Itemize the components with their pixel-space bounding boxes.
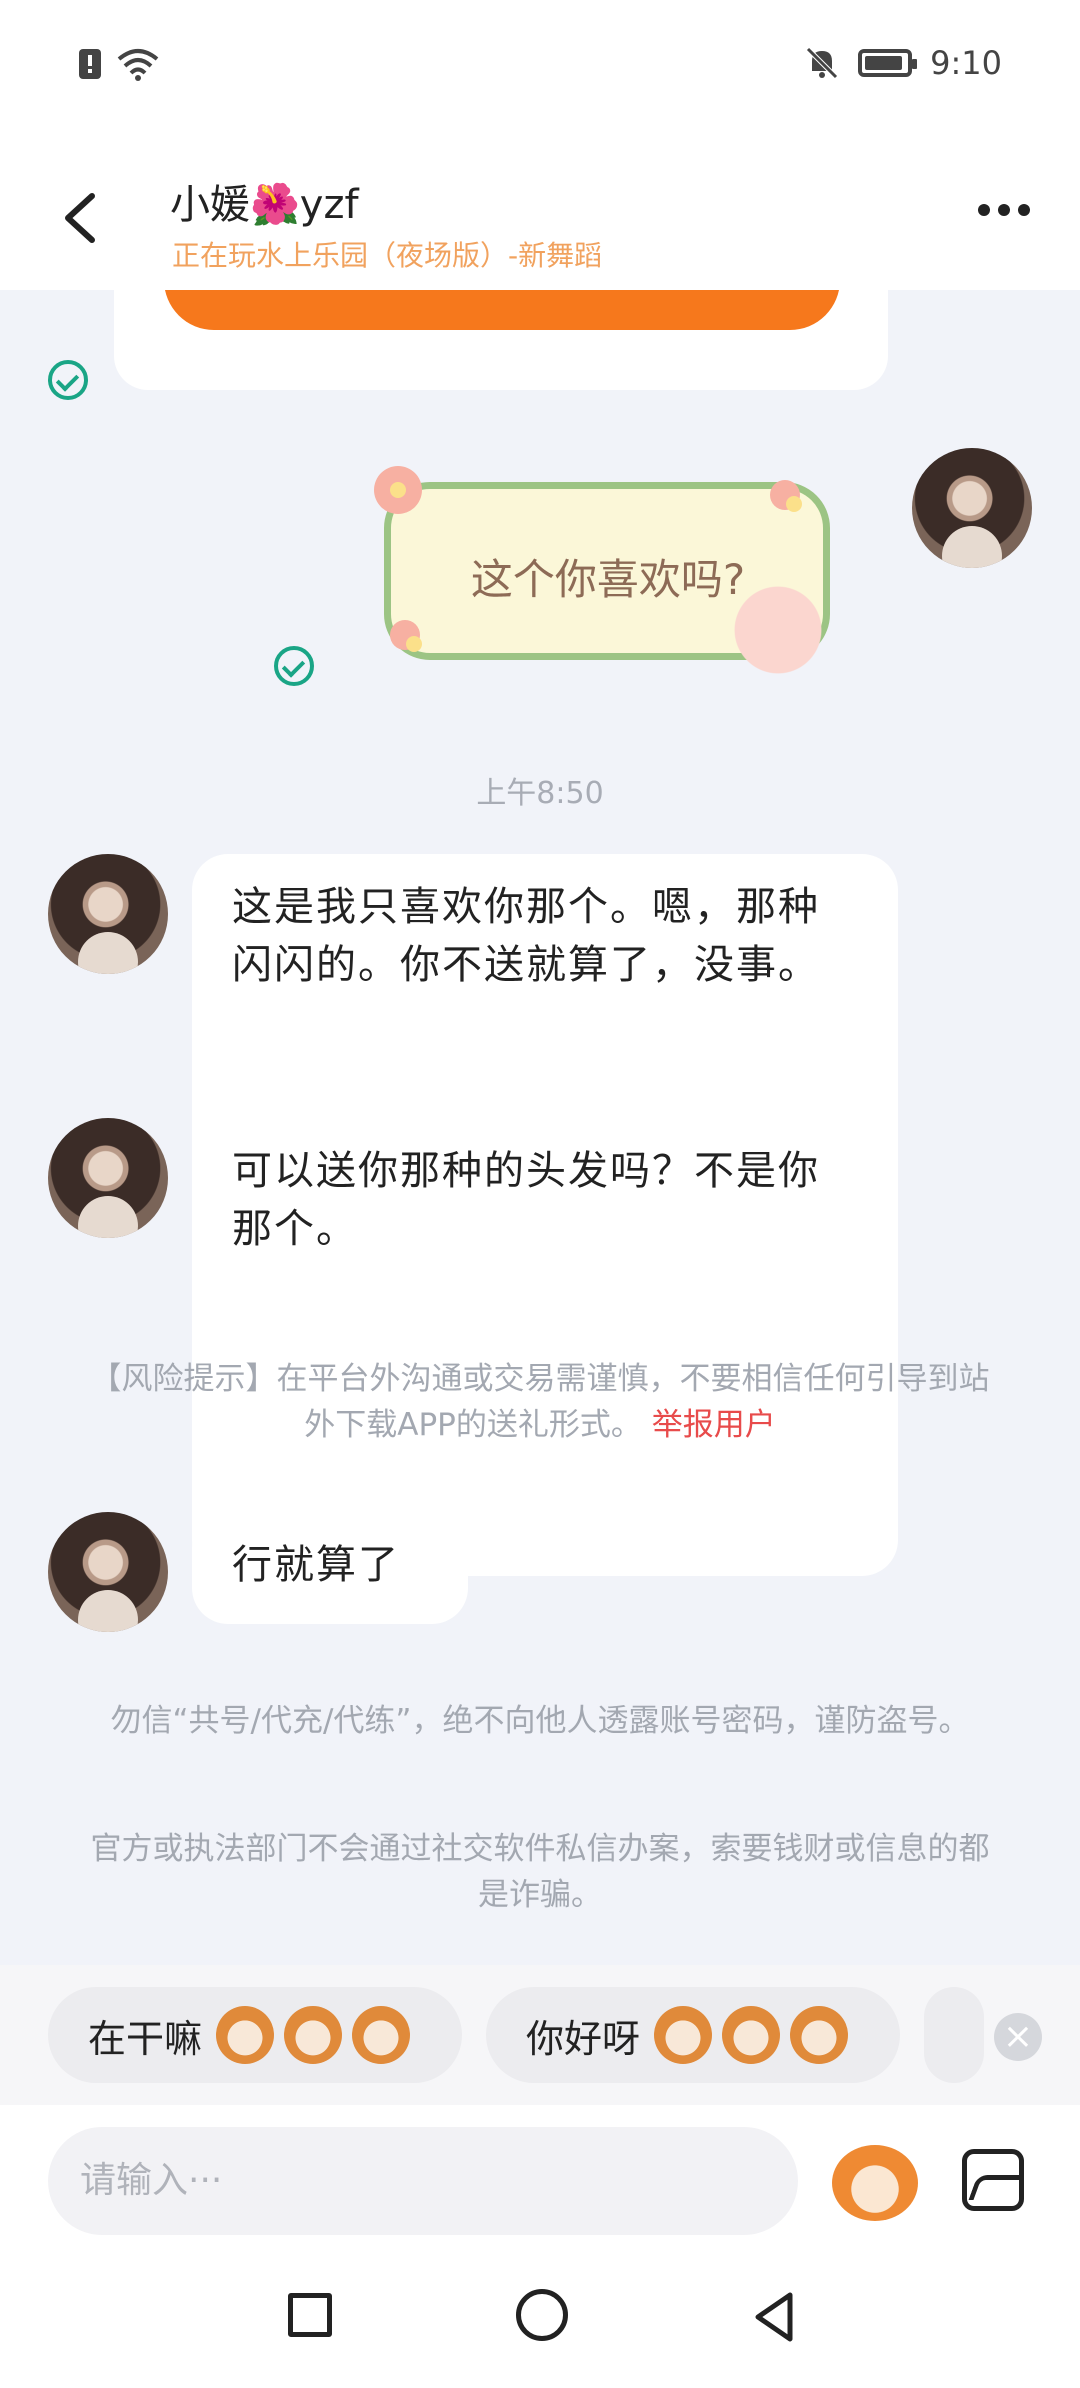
gift-card [114, 290, 888, 390]
contact-avatar[interactable] [48, 854, 168, 974]
close-icon[interactable]: × [994, 2013, 1042, 2061]
quick-reply-chip[interactable]: 在干嘛 [48, 1987, 462, 2083]
quick-reply-chip-partial[interactable] [924, 1987, 984, 2083]
monkey-emoji-icon [722, 2006, 781, 2064]
account-warning: 勿信“共号/代充/代练”，绝不向他人透露账号密码，谨防盗号。 [110, 1703, 970, 1739]
flower-icon [374, 466, 422, 514]
message-bubble[interactable]: 行就算了 [192, 1512, 468, 1624]
recents-icon[interactable] [288, 2293, 332, 2337]
chat-area[interactable]: 这个你喜欢吗? 上午8:50 这是我只喜欢你那个。嗯，那种闪闪的。你不送就算了，… [0, 290, 1080, 1965]
nav-back-icon[interactable] [744, 2287, 804, 2347]
fraud-warning: 官方或执法部门不会通过社交软件私信办案，索要钱财或信息的都是诈骗。 [90, 1831, 990, 1913]
emoji-mascot-icon[interactable] [832, 2145, 918, 2221]
monkey-emoji-icon [790, 2006, 849, 2064]
delivered-check-icon [48, 360, 88, 400]
sticker-message[interactable]: 这个你喜欢吗? [374, 466, 844, 674]
wifi-icon [117, 49, 159, 81]
contact-status[interactable]: 正在玩水上乐园（夜场版）-新舞蹈 [172, 234, 602, 274]
emoji-group [654, 2006, 849, 2064]
monkey-emoji-icon [284, 2006, 343, 2064]
back-arrow-icon[interactable] [52, 188, 112, 248]
contact-name[interactable]: 小媛🌺yzf [170, 172, 359, 230]
gift-action-button[interactable] [164, 290, 840, 330]
flower-icon [390, 620, 422, 652]
flower-icon [770, 480, 802, 512]
input-bar: 请输入··· [0, 2105, 1080, 2245]
mute-bell-icon [806, 47, 838, 79]
delivered-check-icon [274, 646, 314, 686]
notification-alert-icon [79, 49, 101, 79]
risk-notice-text: 【风险提示】在平台外沟通或交易需谨慎，不要相信任何引导到站外下载APP的送礼形式… [90, 1361, 990, 1443]
monkey-emoji-icon [654, 2006, 713, 2064]
quick-reply-label: 你好呀 [526, 2016, 641, 2061]
quick-reply-bar: 在干嘛 你好呀 × [0, 1965, 1080, 2105]
risk-notice: 【风险提示】在平台外沟通或交易需谨慎，不要相信任何引导到站外下载APP的送礼形式… [90, 1356, 990, 1448]
quick-reply-label: 在干嘛 [88, 2016, 203, 2061]
contact-avatar[interactable] [48, 1118, 168, 1238]
image-picker-icon[interactable] [962, 2149, 1024, 2211]
cat-sticker-icon [724, 564, 844, 674]
my-avatar[interactable] [912, 448, 1032, 568]
system-nav-bar [0, 2245, 1080, 2388]
time-divider: 上午8:50 [476, 776, 604, 811]
contact-avatar[interactable] [48, 1512, 168, 1632]
status-bar: 9:10 [0, 0, 1080, 130]
status-time: 9:10 [930, 44, 1002, 82]
battery-icon [858, 49, 918, 77]
emoji-group [216, 2006, 411, 2064]
home-icon[interactable] [516, 2289, 568, 2341]
message-input[interactable]: 请输入··· [48, 2127, 798, 2235]
more-options-icon[interactable] [978, 204, 1030, 216]
message-bubble[interactable]: 可以送你那种的头发吗？不是你那个。 [192, 1118, 898, 1576]
quick-reply-chip[interactable]: 你好呀 [486, 1987, 900, 2083]
chat-header: 小媛🌺yzf 正在玩水上乐园（夜场版）-新舞蹈 [0, 130, 1080, 290]
monkey-emoji-icon [352, 2006, 411, 2064]
report-user-link[interactable]: 举报用户 [652, 1407, 776, 1443]
monkey-emoji-icon [216, 2006, 275, 2064]
